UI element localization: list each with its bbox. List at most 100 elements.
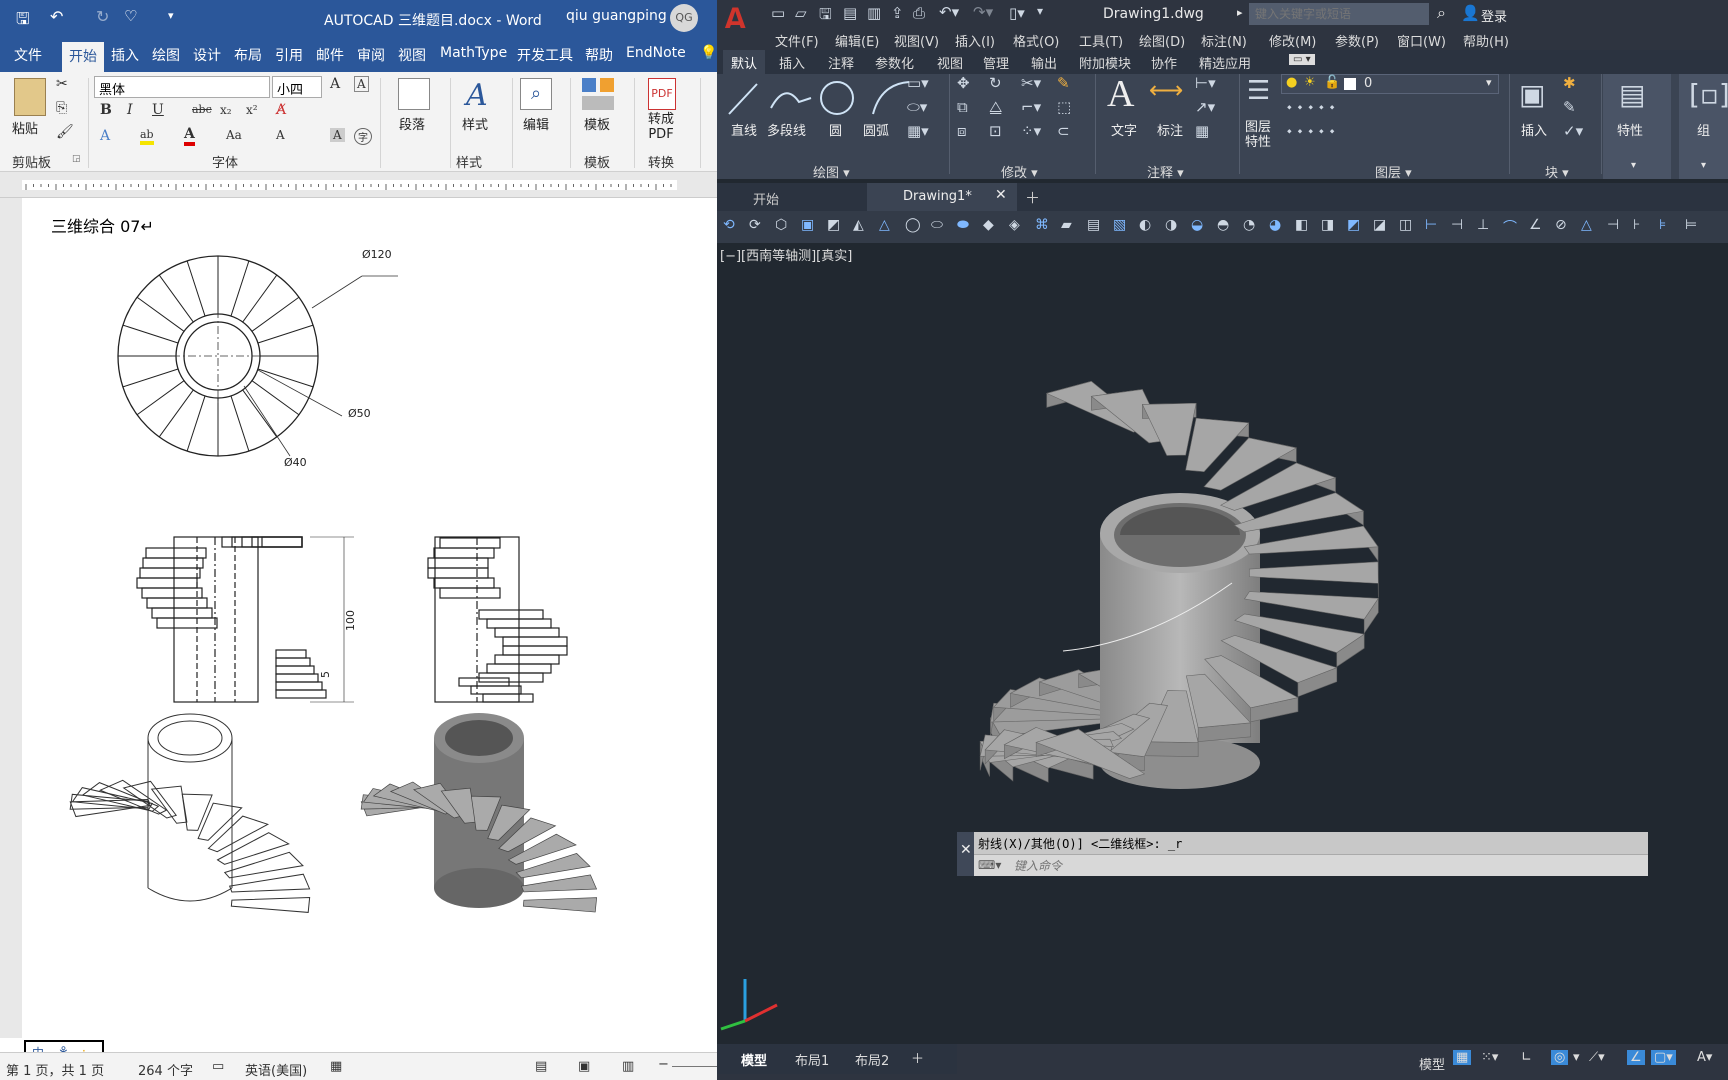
- toolbar-tool-icon[interactable]: △: [1581, 217, 1592, 233]
- group-layers[interactable]: 图层 ▾: [1375, 162, 1412, 181]
- chevron-down-icon[interactable]: ▾: [1701, 160, 1706, 171]
- user-name[interactable]: qiu guangping: [566, 8, 667, 24]
- save-as-icon[interactable]: ▤: [843, 4, 857, 22]
- italic-icon[interactable]: I: [127, 102, 133, 118]
- tab-endnote[interactable]: EndNote: [626, 45, 686, 61]
- zoom-out-icon[interactable]: −: [658, 1057, 669, 1072]
- strikethrough-icon[interactable]: abc: [192, 103, 212, 116]
- explode-icon[interactable]: ⬚: [1057, 98, 1071, 116]
- mirror-icon[interactable]: ⧋: [989, 98, 1002, 116]
- menu-window[interactable]: 窗口(W): [1397, 31, 1446, 50]
- fillet-icon[interactable]: ⌐▾: [1021, 98, 1041, 116]
- layout-tab-2[interactable]: 布局2: [855, 1050, 889, 1069]
- paste-icon[interactable]: [14, 78, 46, 116]
- toolbar-tool-icon[interactable]: ⬬: [957, 217, 969, 233]
- layer-dropdown[interactable]: ● ☀ 🔓 0 ▾: [1281, 74, 1499, 94]
- text-icon[interactable]: A: [1107, 72, 1134, 116]
- toolbar-tool-icon[interactable]: ◒: [1191, 217, 1203, 233]
- toolbar-tool-icon[interactable]: ◧: [1295, 217, 1308, 233]
- annotation-icon[interactable]: A▾: [1697, 1050, 1712, 1065]
- menu-dimension[interactable]: 标注(N): [1201, 31, 1247, 50]
- insert-button[interactable]: 插入: [1521, 120, 1547, 139]
- copy-icon[interactable]: ⧉: [957, 98, 968, 116]
- toolbar-tool-icon[interactable]: ◨: [1321, 217, 1334, 233]
- chevron-down-icon[interactable]: ▾: [1573, 1050, 1580, 1065]
- redo-icon[interactable]: ↷▾: [973, 3, 993, 21]
- qat-customize-icon[interactable]: ▾: [1037, 4, 1043, 18]
- toolbar-tool-icon[interactable]: ◓: [1217, 217, 1229, 233]
- toolbar-tool-icon[interactable]: ◫: [1399, 217, 1412, 233]
- save-icon[interactable]: 🖫: [819, 4, 832, 29]
- zoom-slider[interactable]: [672, 1066, 717, 1067]
- login-button[interactable]: 登录: [1481, 6, 1507, 25]
- tab-mailings[interactable]: 邮件: [316, 45, 344, 65]
- new-icon[interactable]: ▭: [771, 4, 785, 22]
- toolbar-tool-icon[interactable]: ◐: [1139, 217, 1151, 233]
- toolbar-tool-icon[interactable]: ◩: [827, 217, 840, 233]
- snap-icon[interactable]: ⁙▾: [1481, 1050, 1498, 1065]
- search-icon[interactable]: ⌕: [1437, 3, 1446, 23]
- toolbar-tool-icon[interactable]: ◕: [1269, 217, 1281, 233]
- command-line[interactable]: ⌨▾: [974, 854, 1648, 876]
- toolbar-tool-icon[interactable]: ◪: [1373, 217, 1386, 233]
- tab-help[interactable]: 帮助: [585, 45, 613, 65]
- rtab-view[interactable]: 视图: [937, 53, 963, 72]
- trim-icon[interactable]: ✂▾: [1021, 74, 1041, 92]
- toolbar-tool-icon[interactable]: ◭: [853, 217, 864, 233]
- tab-layout[interactable]: 布局: [234, 45, 262, 65]
- create-block-icon[interactable]: ✱: [1563, 74, 1576, 92]
- add-layout-icon[interactable]: ＋: [911, 1048, 924, 1067]
- rtab-default[interactable]: 默认: [723, 50, 766, 74]
- layout-tab-1[interactable]: 布局1: [795, 1050, 829, 1069]
- highlight-icon[interactable]: ab: [140, 128, 154, 145]
- toolbar-tool-icon[interactable]: △: [879, 217, 890, 233]
- cmd-grip[interactable]: ✕: [957, 832, 974, 876]
- layer-tools-row2-icon[interactable]: ⬩⬩⬩⬩⬩: [1287, 124, 1340, 139]
- font-name-select[interactable]: 黑体: [94, 76, 270, 98]
- group-icon[interactable]: [▫]: [1689, 78, 1728, 111]
- rtab-parametric[interactable]: 参数化: [875, 53, 914, 72]
- menu-edit[interactable]: 编辑(E): [835, 31, 879, 50]
- tab-file[interactable]: 文件: [14, 45, 42, 65]
- menu-format[interactable]: 格式(O): [1013, 31, 1059, 50]
- redo-icon[interactable]: ↻: [96, 7, 109, 26]
- font-grow-icon[interactable]: A: [330, 76, 340, 92]
- toolbar-tool-icon[interactable]: ◑: [1165, 217, 1177, 233]
- toolbar-tool-icon[interactable]: ◯: [905, 217, 921, 233]
- toolbar-tool-icon[interactable]: ⊥: [1477, 217, 1489, 233]
- toolbar-tool-icon[interactable]: ▰: [1061, 217, 1072, 233]
- toolbar-tool-icon[interactable]: ⊣: [1451, 217, 1463, 233]
- proofing-icon[interactable]: ▭: [212, 1059, 224, 1074]
- menu-insert[interactable]: 插入(I): [955, 31, 995, 50]
- vertical-ruler[interactable]: [0, 198, 22, 1038]
- horizontal-ruler[interactable]: [0, 172, 717, 198]
- command-prompt-icon[interactable]: ⌨▾: [978, 858, 1001, 872]
- erase-icon[interactable]: ✎: [1057, 74, 1070, 92]
- circle-button[interactable]: 圆: [829, 120, 842, 139]
- language[interactable]: 英语(美国): [245, 1060, 307, 1079]
- undo-icon[interactable]: ↶▾: [939, 3, 959, 21]
- menu-draw[interactable]: 绘图(D): [1139, 31, 1185, 50]
- object-snap-icon[interactable]: ∠: [1627, 1050, 1645, 1065]
- char-shading-icon[interactable]: A: [330, 128, 345, 142]
- search-icon[interactable]: ⌕: [520, 78, 552, 110]
- dimension-icon[interactable]: ⟷: [1149, 76, 1183, 104]
- ellipse-icon[interactable]: ⬭▾: [907, 98, 927, 116]
- leader-icon[interactable]: ↗▾: [1195, 98, 1215, 116]
- new-tab-icon[interactable]: ＋: [1025, 187, 1040, 208]
- tab-home[interactable]: 开始: [62, 42, 104, 72]
- rtab-addins[interactable]: 附加模块: [1079, 53, 1131, 72]
- tab-developer[interactable]: 开发工具: [517, 45, 573, 65]
- toolbar-tool-icon[interactable]: ▤: [1087, 217, 1100, 233]
- rtab-featured[interactable]: 精选应用: [1199, 53, 1251, 72]
- lightbulb-icon[interactable]: 💡: [700, 45, 717, 61]
- toolbar-tool-icon[interactable]: ◈: [1009, 217, 1020, 233]
- qat-customize-icon[interactable]: ▾: [168, 9, 174, 22]
- undo-icon[interactable]: ↶: [50, 7, 63, 26]
- toolbar-tool-icon[interactable]: ⌒: [1503, 217, 1517, 237]
- format-painter-icon[interactable]: 🖌: [56, 124, 74, 140]
- chevron-down-icon[interactable]: ▾: [1631, 160, 1636, 171]
- otrack-icon[interactable]: ▢▾: [1651, 1050, 1676, 1065]
- chevron-right-icon[interactable]: ▸: [1237, 6, 1243, 19]
- publish-icon[interactable]: ⇪: [891, 4, 904, 22]
